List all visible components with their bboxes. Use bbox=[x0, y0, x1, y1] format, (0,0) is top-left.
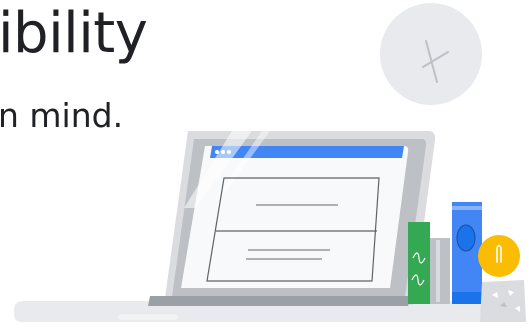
lightbulb-icon bbox=[478, 235, 520, 277]
laptop-icon bbox=[148, 131, 436, 306]
page-canvas: ibility n mind. bbox=[0, 0, 531, 328]
clock-icon bbox=[380, 3, 482, 105]
pencil-cup-icon bbox=[480, 280, 526, 322]
illustration bbox=[14, 3, 526, 322]
